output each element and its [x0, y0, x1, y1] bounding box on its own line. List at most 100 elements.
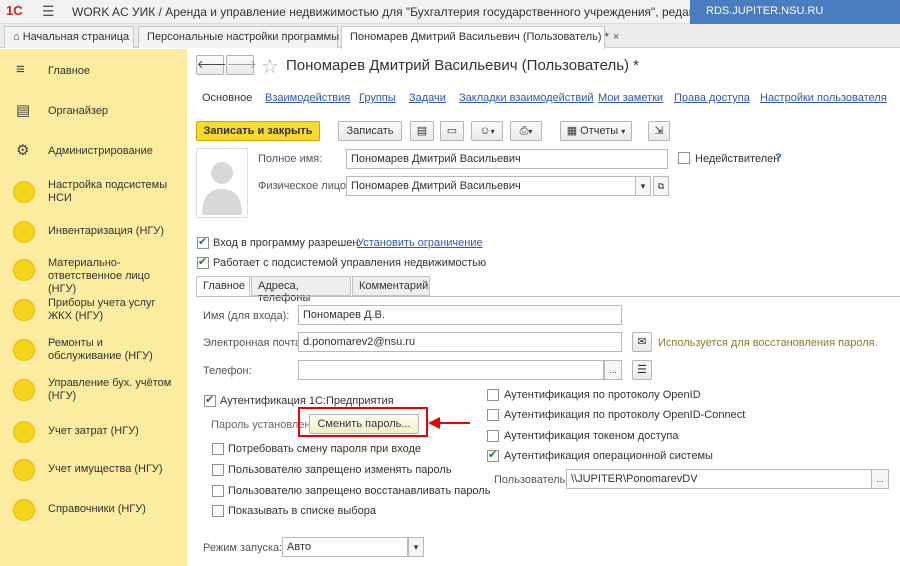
require-change-label: Потребовать смену пароля при входе: [228, 443, 421, 455]
sidebar-item-property[interactable]: Учет имущества (НГУ): [0, 457, 187, 483]
report-icon: ▦: [566, 125, 578, 137]
os-user-field[interactable]: \\JUPITER\PonomarevDV: [566, 469, 872, 489]
auth-token-checkbox[interactable]: [487, 430, 499, 442]
chevron-down-icon: ▾: [413, 542, 419, 552]
users-button[interactable]: ☺▾: [471, 121, 503, 141]
sidebar-item-label: Инвентаризация (НГУ): [48, 225, 165, 237]
save-close-button[interactable]: Записать и закрыть: [196, 121, 320, 141]
auth-1c-checkbox[interactable]: [204, 393, 216, 407]
person-dropdown[interactable]: ▾: [635, 176, 651, 196]
sidebar-item-catalogs[interactable]: Справочники (НГУ): [0, 497, 187, 523]
works-with-label: Работает с подсистемой управления недвиж…: [213, 257, 487, 269]
show-in-list-checkbox[interactable]: [212, 505, 224, 517]
sidebar-item-accounting[interactable]: Управление бух. учётом (НГУ): [0, 375, 187, 405]
full-name-field[interactable]: Пономарев Дмитрий Васильевич: [346, 149, 668, 169]
reports-label: Отчеты: [580, 125, 619, 137]
phone-label: Телефон:: [203, 365, 252, 377]
chevron-down-icon: ▾: [640, 181, 646, 191]
password-set-label: Пароль установлен: [211, 419, 311, 431]
circle-icon: [13, 339, 35, 361]
auth-token-label: Аутентификация токеном доступа: [504, 430, 679, 442]
save-button[interactable]: Записать: [338, 121, 402, 141]
subnav-access-rights[interactable]: Права доступа: [674, 92, 750, 104]
tab-personal-settings[interactable]: Персональные настройки программы×: [138, 26, 349, 48]
back-button[interactable]: 🡐: [196, 55, 227, 75]
works-with-checkbox[interactable]: [197, 255, 209, 269]
document-icon: ▤: [416, 125, 428, 137]
phone-options-button[interactable]: ☰: [632, 360, 652, 380]
launch-mode-dropdown[interactable]: ▾: [408, 537, 424, 557]
email-field[interactable]: d.ponomarev2@nsu.ru: [298, 332, 622, 352]
sidebar-item-costs[interactable]: Учет затрат (НГУ): [0, 419, 187, 445]
inner-tab-main[interactable]: Главное: [196, 276, 250, 296]
inactive-checkbox[interactable]: [678, 152, 690, 164]
subnav-user-settings[interactable]: Настройки пользователя: [760, 92, 887, 104]
set-restriction-link[interactable]: Установить ограничение: [357, 237, 483, 249]
arrow-right-icon: 🡒: [227, 59, 257, 71]
chevron-down-icon: ▾: [490, 127, 495, 136]
ellipsis-icon: ...: [876, 474, 884, 484]
menu-icon: ≡: [16, 61, 25, 78]
sidebar-item-administration[interactable]: ⚙ Администрирование: [0, 141, 187, 161]
sidebar-item-inventory[interactable]: Инвентаризация (НГУ): [0, 219, 187, 245]
send-email-button[interactable]: ✉: [632, 332, 652, 352]
sidebar-item-meters[interactable]: Приборы учета услуг ЖКХ (НГУ): [0, 295, 187, 325]
comment-button[interactable]: ▭: [440, 121, 464, 141]
sidebar-item-organizer[interactable]: ▤ Органайзер: [0, 101, 187, 121]
auth-1c-label: Аутентификация 1С:Предприятия: [220, 395, 394, 407]
sections-sidebar: ≡ Главное ▤ Органайзер ⚙ Администрирован…: [0, 49, 187, 566]
tab-label: Персональные настройки программы: [147, 31, 339, 43]
phone-field[interactable]: [298, 360, 604, 380]
forbid-restore-checkbox[interactable]: [212, 485, 224, 497]
sidebar-item-nsi[interactable]: Настройка подсистемы НСИ: [0, 177, 187, 207]
login-name-field[interactable]: Пономарев Д.В.: [298, 305, 622, 325]
sidebar-item-main[interactable]: ≡ Главное: [0, 61, 187, 81]
person-open-button[interactable]: ⧉: [653, 176, 669, 196]
sidebar-item-label: Приборы учета услуг ЖКХ (НГУ): [48, 297, 156, 322]
tab-label: Пономарев Дмитрий Васильевич (Пользовате…: [350, 31, 609, 43]
person-label: Физическое лицо:: [258, 180, 350, 192]
subnav-groups[interactable]: Группы: [359, 92, 396, 104]
launch-mode-select[interactable]: Авто: [282, 537, 408, 557]
auth-openid-connect-checkbox[interactable]: [487, 409, 499, 421]
auth-openid-checkbox[interactable]: [487, 389, 499, 401]
tab-home[interactable]: ⌂ Начальная страница: [4, 26, 134, 48]
inner-tab-addresses[interactable]: Адреса, телефоны: [251, 276, 351, 304]
print-button[interactable]: ⎙▾: [510, 121, 542, 141]
person-field[interactable]: Пономарев Дмитрий Васильевич: [346, 176, 636, 196]
lines-icon: ☰: [637, 364, 647, 376]
circle-icon: [13, 299, 35, 321]
subnav-notes[interactable]: Мои заметки: [598, 92, 663, 104]
auth-os-checkbox[interactable]: [487, 448, 499, 462]
help-icon[interactable]: ?: [775, 152, 782, 164]
close-icon[interactable]: ×: [613, 31, 619, 43]
require-change-checkbox[interactable]: [212, 443, 224, 455]
tab-user-card[interactable]: Пономарев Дмитрий Васильевич (Пользовате…: [341, 26, 619, 49]
email-hint: Используется для восстановления пароля.: [658, 337, 878, 349]
subnav-bookmarks[interactable]: Закладки взаимодействий: [459, 92, 593, 104]
auth-openid-connect-label: Аутентификация по протоколу OpenID-Conne…: [504, 409, 746, 421]
user-photo[interactable]: [196, 148, 248, 218]
sidebar-item-repairs[interactable]: Ремонты и обслуживание (НГУ): [0, 335, 187, 365]
ellipsis-icon: ...: [609, 365, 617, 375]
os-user-select-button[interactable]: ...: [871, 469, 889, 489]
home-icon: ⌂: [13, 31, 20, 43]
sidebar-item-label: Главное: [48, 65, 91, 77]
sidebar-item-mol[interactable]: Материально-ответственное лицо (НГУ): [0, 255, 187, 295]
forward-button[interactable]: 🡒: [226, 55, 257, 75]
more-button[interactable]: ⇲: [648, 121, 670, 141]
forbid-change-checkbox[interactable]: [212, 464, 224, 476]
login-allowed-checkbox[interactable]: [197, 235, 209, 249]
reports-button[interactable]: ▦ Отчеты ▾: [560, 121, 632, 141]
main-menu-icon[interactable]: ☰: [42, 3, 55, 20]
document-button[interactable]: ▤: [410, 121, 434, 141]
favorite-star-icon[interactable]: ☆: [261, 54, 279, 79]
highlight-box: [298, 407, 428, 437]
sidebar-item-label: Материально-ответственное лицо (НГУ): [48, 257, 150, 295]
inner-tab-comment[interactable]: Комментарий: [352, 276, 430, 296]
subnav-main[interactable]: Основное: [202, 92, 252, 104]
subnav-tasks[interactable]: Задачи: [409, 92, 446, 104]
phone-select-button[interactable]: ...: [604, 360, 622, 380]
subnav-interactions[interactable]: Взаимодействия: [265, 92, 350, 104]
tab-label: Начальная страница: [22, 31, 130, 43]
